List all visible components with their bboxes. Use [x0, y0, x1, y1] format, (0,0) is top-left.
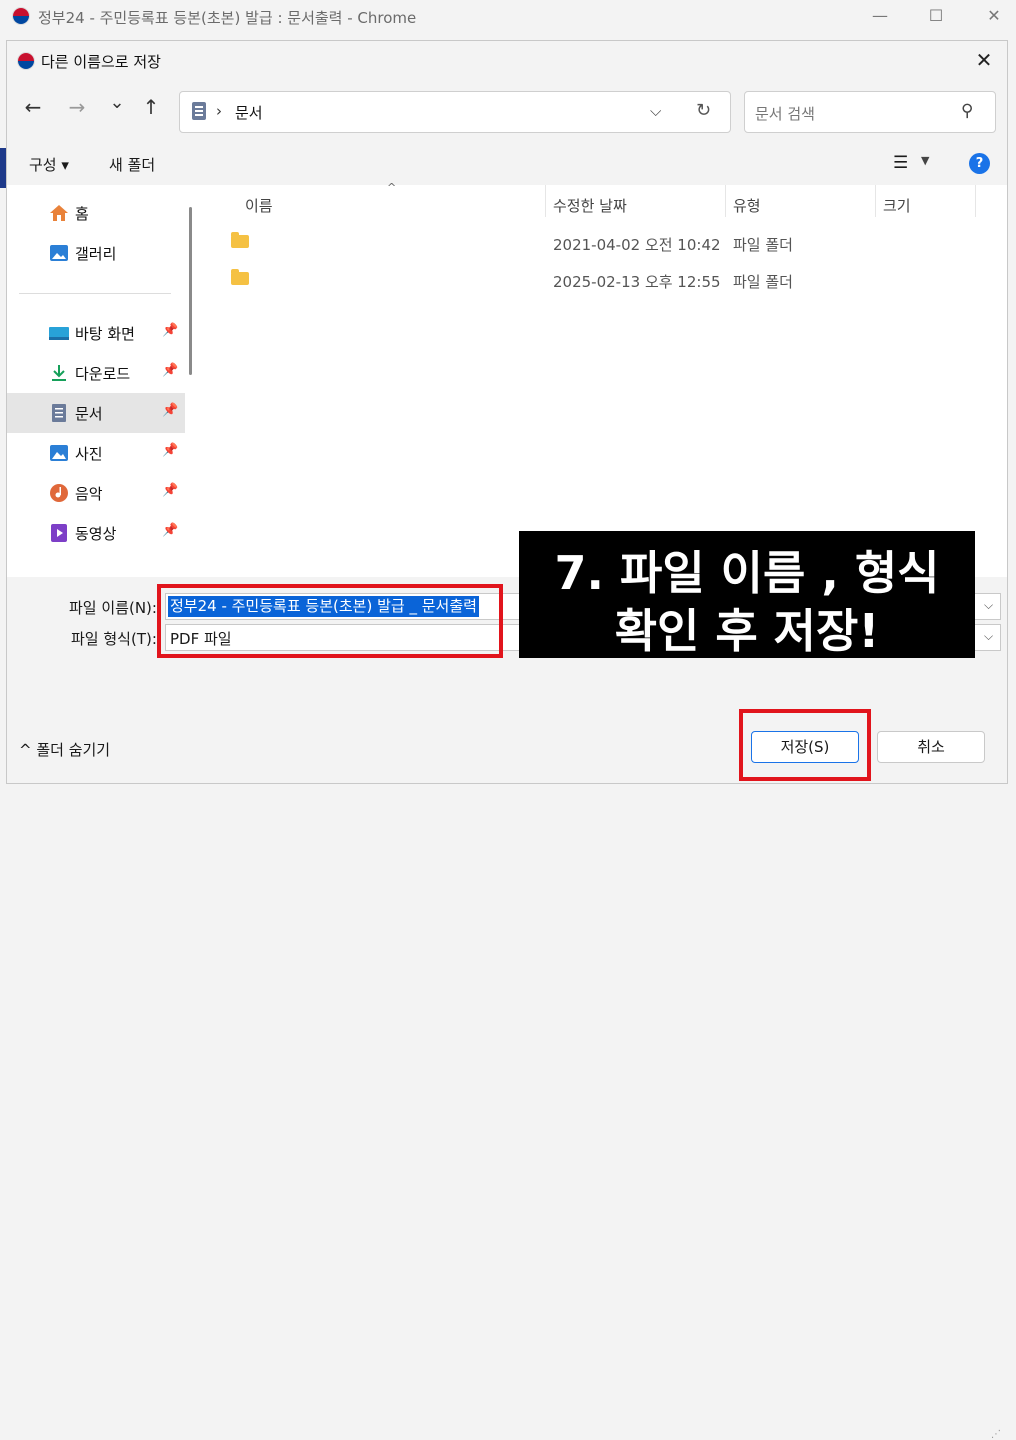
resize-grip-icon[interactable]: ⋰	[991, 1429, 1001, 1440]
dialog-close-button[interactable]: ✕	[967, 45, 1001, 77]
sidebar-item-pictures[interactable]: 사진 📌	[7, 433, 185, 473]
back-arrow-icon[interactable]: ←	[19, 93, 47, 121]
sidebar-item-label: 음악	[75, 485, 103, 503]
new-folder-button[interactable]: 새 폴더	[109, 154, 155, 175]
minimize-button[interactable]: —	[852, 0, 908, 34]
chevron-down-icon[interactable]: ⌵	[984, 629, 993, 644]
chrome-window-title: 정부24 - 주민등록표 등본(초본) 발급 : 문서출력 - Chrome	[38, 9, 417, 27]
column-divider[interactable]	[545, 185, 546, 217]
column-divider[interactable]	[975, 185, 976, 217]
home-icon	[50, 205, 68, 221]
sidebar-item-videos[interactable]: 동영상 📌	[7, 513, 185, 553]
folder-icon	[231, 269, 249, 285]
cancel-button[interactable]: 취소	[877, 731, 985, 763]
breadcrumb-separator-icon: ›	[216, 102, 222, 120]
sidebar-item-music[interactable]: 음악 📌	[7, 473, 185, 513]
pictures-icon	[50, 445, 68, 461]
sidebar-item-label: 홈	[75, 205, 89, 223]
organize-button[interactable]: 구성 ▾	[29, 154, 69, 175]
pin-icon[interactable]: 📌	[162, 323, 178, 338]
help-icon[interactable]: ?	[969, 153, 990, 174]
annotation-banner: 7. 파일 이름 , 형식 확인 후 저장!	[519, 531, 975, 658]
view-options-icon[interactable]: ☰	[893, 153, 908, 173]
save-as-dialog: 다른 이름으로 저장 ✕ ← → ⌄ ↑ › 문서 ⌵ ↻ 문서 검색 ⚲ 구성…	[6, 40, 1008, 1440]
column-header-type[interactable]: 유형	[733, 191, 761, 221]
search-placeholder: 문서 검색	[755, 105, 815, 123]
column-header-name[interactable]: 이름	[245, 191, 273, 221]
file-modified-date: 2021-04-02 오전 10:42	[553, 236, 721, 254]
forward-arrow-icon[interactable]: →	[63, 93, 91, 121]
videos-icon	[51, 524, 67, 542]
annotation-line-2: 확인 후 저장!	[614, 604, 880, 658]
table-row[interactable]: 2021-04-02 오전 10:42 파일 폴더	[201, 225, 981, 261]
search-icon[interactable]: ⚲	[961, 101, 973, 121]
sidebar-item-label: 갤러리	[75, 245, 117, 263]
address-bar[interactable]: › 문서 ⌵ ↻	[179, 91, 731, 133]
sidebar-item-desktop[interactable]: 바탕 화면 📌	[7, 313, 185, 353]
sort-ascending-icon: ^	[387, 181, 397, 194]
column-header-modified[interactable]: 수정한 날짜	[553, 191, 627, 221]
column-divider[interactable]	[725, 185, 726, 217]
sidebar-item-label: 사진	[75, 445, 103, 463]
pin-icon[interactable]: 📌	[162, 443, 178, 458]
table-row[interactable]: 2025-02-13 오후 12:55 파일 폴더	[201, 262, 981, 298]
dialog-title: 다른 이름으로 저장	[41, 53, 161, 71]
sidebar-item-label: 다운로드	[75, 365, 131, 383]
up-folder-arrow-icon[interactable]: ↑	[137, 93, 165, 121]
sidebar-item-documents[interactable]: 문서 📌	[7, 393, 185, 433]
file-list: 이름 ^ 수정한 날짜 유형 크기 2021-04-02 오전 10:42 파일…	[201, 181, 1007, 577]
file-modified-date: 2025-02-13 오후 12:55	[553, 273, 721, 291]
chevron-down-icon[interactable]: ⌵	[984, 598, 993, 613]
folder-icon	[231, 232, 249, 248]
chrome-close-button[interactable]: ✕	[966, 0, 1016, 34]
documents-icon	[52, 404, 66, 422]
sidebar-item-label: 문서	[75, 405, 103, 423]
pin-icon[interactable]: 📌	[162, 523, 178, 538]
dialog-titlebar: 다른 이름으로 저장 ✕	[7, 41, 1007, 81]
hide-folders-button[interactable]: ^ 폴더 숨기기	[19, 739, 110, 760]
column-divider[interactable]	[875, 185, 876, 217]
recent-locations-chevron-icon[interactable]: ⌄	[103, 89, 131, 117]
gov24-logo-icon	[12, 7, 30, 25]
column-header-size[interactable]: 크기	[883, 191, 911, 221]
file-type: 파일 폴더	[733, 273, 793, 291]
maximize-button[interactable]: ☐	[908, 0, 964, 34]
gov24-logo-icon	[17, 52, 35, 70]
navigation-bar: ← → ⌄ ↑ › 문서 ⌵ ↻ 문서 검색 ⚲	[7, 81, 1007, 141]
gallery-icon	[50, 245, 68, 261]
filetype-label: 파일 형식(T):	[71, 630, 157, 648]
filename-label: 파일 이름(N):	[69, 599, 157, 617]
pin-icon[interactable]: 📌	[162, 363, 178, 378]
pin-icon[interactable]: 📌	[162, 403, 178, 418]
highlight-box-save	[739, 709, 871, 781]
breadcrumb-documents[interactable]: 문서	[235, 102, 263, 123]
sidebar-item-gallery[interactable]: 갤러리	[7, 233, 185, 273]
sidebar-divider	[19, 293, 171, 294]
navigation-pane: 홈 갤러리 바탕 화면 📌 다운로드 📌 문서 📌 사진 📌 음악 📌 동영상 …	[7, 185, 193, 577]
annotation-line-1: 7. 파일 이름 , 형식	[554, 546, 940, 600]
highlight-box-filename	[157, 584, 503, 658]
sidebar-item-label: 동영상	[75, 525, 117, 543]
chrome-titlebar: 정부24 - 주민등록표 등본(초본) 발급 : 문서출력 - Chrome —…	[0, 0, 1016, 34]
desktop-icon	[49, 327, 69, 340]
pin-icon[interactable]: 📌	[162, 483, 178, 498]
file-type: 파일 폴더	[733, 236, 793, 254]
documents-icon	[192, 102, 206, 120]
chevron-down-icon[interactable]: ⌵	[650, 102, 661, 120]
refresh-icon[interactable]: ↻	[696, 100, 711, 121]
music-icon	[50, 484, 68, 502]
view-dropdown-icon[interactable]: ▼	[921, 154, 929, 167]
command-toolbar: 구성 ▾ 새 폴더 ☰ ▼ ?	[7, 141, 1007, 185]
sidebar-item-downloads[interactable]: 다운로드 📌	[7, 353, 185, 393]
download-icon	[52, 365, 66, 381]
sidebar-item-label: 바탕 화면	[75, 325, 135, 343]
navigation-scrollbar[interactable]	[189, 207, 192, 375]
search-input[interactable]: 문서 검색 ⚲	[744, 91, 996, 133]
sidebar-item-home[interactable]: 홈	[7, 193, 185, 233]
